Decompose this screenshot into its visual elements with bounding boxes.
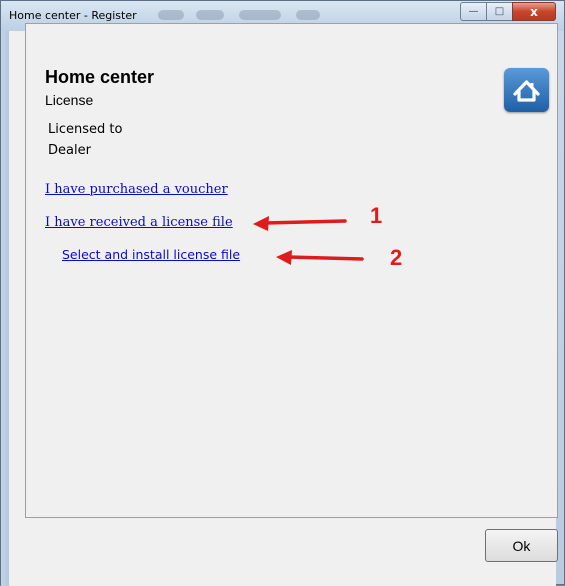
maximize-icon: □ [494, 6, 505, 17]
page-subtitle: License [45, 92, 94, 108]
maximize-button[interactable]: □ [486, 2, 512, 21]
blurred-menu-item [158, 10, 184, 20]
close-icon: x [530, 4, 538, 19]
annotation-arrow-1 [253, 216, 347, 231]
blurred-menu-item [196, 10, 224, 20]
select-install-license-link[interactable]: Select and install license file [62, 247, 240, 262]
blurred-menu-item [296, 10, 320, 20]
ok-button[interactable]: Ok [485, 529, 558, 562]
annotation-arrow-2 [276, 250, 364, 265]
annotation-number-1: 1 [370, 203, 383, 228]
received-license-file-link[interactable]: I have received a license file [45, 215, 233, 230]
app-title: Home center [45, 67, 155, 87]
window-frame-left [1, 31, 9, 586]
window-controls: — □ x [460, 2, 556, 22]
content-panel [25, 23, 558, 518]
minimize-icon: — [468, 6, 479, 17]
register-window: Home center - Register — □ x Home center… [0, 0, 565, 586]
licensee-value: Dealer [48, 143, 91, 158]
close-button[interactable]: x [512, 2, 556, 21]
minimize-button[interactable]: — [460, 2, 486, 21]
licensed-to-label: Licensed to [48, 122, 123, 137]
annotation-number-2: 2 [390, 245, 403, 270]
home-icon [504, 68, 549, 112]
window-title: Home center - Register [9, 9, 137, 22]
purchased-voucher-link[interactable]: I have purchased a voucher [45, 182, 228, 197]
blurred-menu-item [239, 10, 281, 20]
